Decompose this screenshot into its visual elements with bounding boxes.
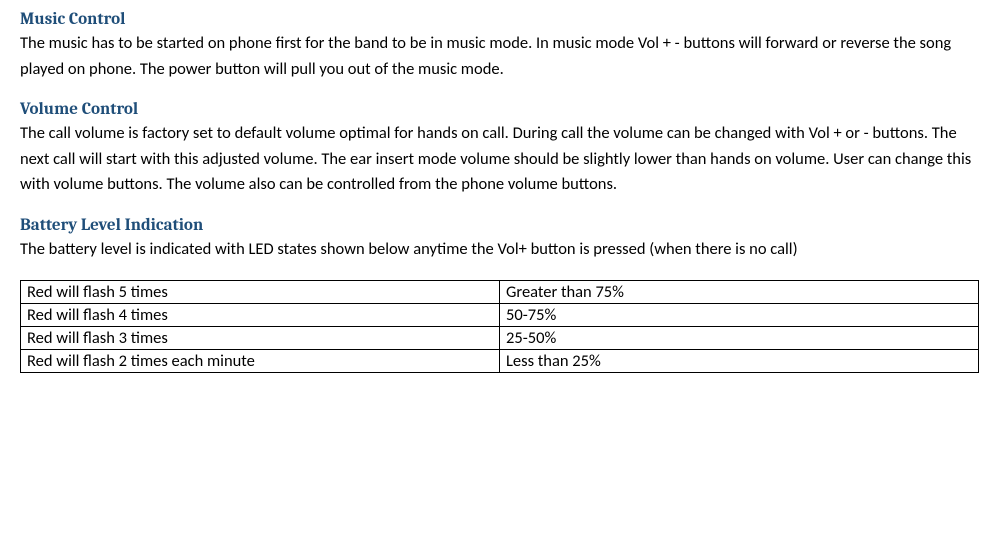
table-row: Red will flash 3 times 25-50% [21, 327, 979, 350]
led-state-cell: Red will flash 5 times [21, 281, 500, 304]
battery-level-cell: 25-50% [500, 327, 979, 350]
volume-control-section: Volume Control The call volume is factor… [20, 100, 979, 198]
battery-level-section: Battery Level Indication The battery lev… [20, 216, 979, 263]
table-row: Red will flash 2 times each minute Less … [21, 350, 979, 373]
volume-control-body: The call volume is factory set to defaul… [20, 121, 979, 198]
volume-control-heading: Volume Control [20, 100, 979, 119]
music-control-heading: Music Control [20, 10, 979, 29]
battery-level-cell: Less than 25% [500, 350, 979, 373]
battery-level-heading: Battery Level Indication [20, 216, 979, 235]
music-control-body: The music has to be started on phone fir… [20, 31, 979, 82]
table-row: Red will flash 5 times Greater than 75% [21, 281, 979, 304]
music-control-section: Music Control The music has to be starte… [20, 10, 979, 82]
table-row: Red will flash 4 times 50-75% [21, 304, 979, 327]
battery-level-cell: 50-75% [500, 304, 979, 327]
battery-level-table: Red will flash 5 times Greater than 75% … [20, 280, 979, 373]
led-state-cell: Red will flash 4 times [21, 304, 500, 327]
led-state-cell: Red will flash 3 times [21, 327, 500, 350]
battery-level-cell: Greater than 75% [500, 281, 979, 304]
battery-level-body: The battery level is indicated with LED … [20, 237, 979, 263]
led-state-cell: Red will flash 2 times each minute [21, 350, 500, 373]
